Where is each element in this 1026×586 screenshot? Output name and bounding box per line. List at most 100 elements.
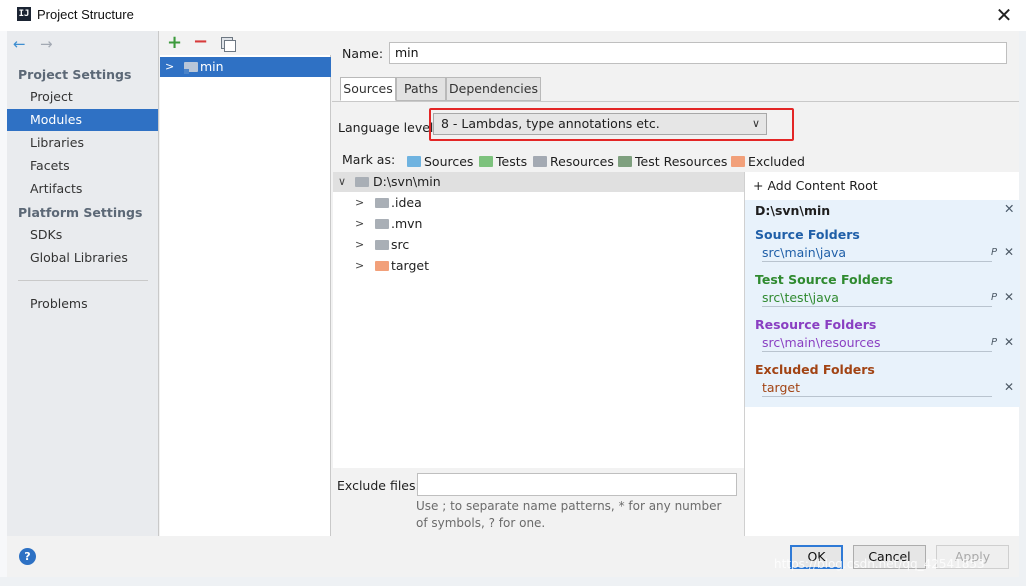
source-folders-title: Source Folders xyxy=(755,227,860,242)
tabs-underline xyxy=(332,101,1019,102)
excluded-folder-icon xyxy=(731,156,745,167)
back-arrow-icon[interactable]: ← xyxy=(13,35,26,53)
forward-arrow-icon[interactable]: → xyxy=(40,35,53,53)
settings-sidebar: ← → Project Settings Project Modules Lib… xyxy=(7,31,159,536)
edit-properties-icon[interactable]: P xyxy=(991,337,997,348)
excluded-folders-title: Excluded Folders xyxy=(755,362,875,377)
mark-as-resources-label: Resources xyxy=(550,154,614,169)
remove-content-root-icon[interactable]: ✕ xyxy=(1004,201,1014,216)
divider xyxy=(762,351,992,352)
content-roots-panel: + Add Content Root D:\svn\min ✕ Source F… xyxy=(744,172,1020,536)
tree-label: src xyxy=(391,237,410,252)
tree-row-target[interactable]: > target xyxy=(333,256,744,276)
root-folder-icon xyxy=(355,177,369,187)
test-source-folders-title: Test Source Folders xyxy=(755,272,893,287)
module-badge-icon xyxy=(184,69,189,74)
tab-paths[interactable]: Paths xyxy=(396,77,446,101)
tree-row-mvn[interactable]: > .mvn xyxy=(333,214,744,234)
expand-chevron-icon[interactable]: > xyxy=(355,214,364,234)
tree-label: .mvn xyxy=(391,216,423,231)
folder-icon xyxy=(375,198,389,208)
expand-chevron-icon[interactable]: > xyxy=(355,256,364,276)
divider xyxy=(762,261,992,262)
mark-as-test-resources-label: Test Resources xyxy=(635,154,728,169)
exclude-files-hint: Use ; to separate name patterns, * for a… xyxy=(416,499,722,530)
source-folder-path: src\main\java xyxy=(762,245,847,260)
sidebar-item-sdks[interactable]: SDKs xyxy=(7,224,158,246)
background-edge-right xyxy=(1019,31,1026,586)
project-structure-dialog: ← → Project Settings Project Modules Lib… xyxy=(7,31,1020,537)
section-platform-settings: Platform Settings xyxy=(18,205,143,220)
sidebar-item-global-libraries[interactable]: Global Libraries xyxy=(7,247,158,269)
resource-folders-title: Resource Folders xyxy=(755,317,877,332)
edit-properties-icon[interactable]: P xyxy=(991,292,997,303)
test-resources-folder-icon xyxy=(618,156,632,167)
tab-sources[interactable]: Sources xyxy=(340,77,396,101)
unmark-resource-icon[interactable]: ✕ xyxy=(1004,335,1014,349)
tests-folder-icon xyxy=(479,156,493,167)
sidebar-item-problems[interactable]: Problems xyxy=(7,293,158,315)
mark-as-tests-label: Tests xyxy=(496,154,528,169)
exclude-files-field[interactable] xyxy=(417,473,737,496)
unmark-test-source-icon[interactable]: ✕ xyxy=(1004,290,1014,304)
folder-icon xyxy=(375,240,389,250)
resources-folder-icon xyxy=(533,156,547,167)
tree-label: target xyxy=(391,258,430,273)
mark-as-excluded-label: Excluded xyxy=(748,154,805,169)
edit-properties-icon[interactable]: P xyxy=(991,247,997,258)
mark-as-sources-label: Sources xyxy=(424,154,474,169)
add-module-icon[interactable]: + xyxy=(167,32,182,53)
sources-folder-icon xyxy=(407,156,421,167)
add-content-root-button[interactable]: + Add Content Root xyxy=(753,178,878,193)
intellij-app-icon: IJ xyxy=(17,7,31,21)
test-source-folder-path: src\test\java xyxy=(762,290,839,305)
modules-panel: + − > min xyxy=(160,31,331,536)
divider xyxy=(762,306,992,307)
excluded-folder-icon xyxy=(375,261,389,271)
module-name: min xyxy=(200,59,224,74)
expand-chevron-icon[interactable]: > xyxy=(355,235,364,255)
close-window-button[interactable]: ✕ xyxy=(992,3,1016,27)
remove-module-icon[interactable]: − xyxy=(193,31,208,52)
tree-row-idea[interactable]: > .idea xyxy=(333,193,744,213)
content-root-path: D:\svn\min xyxy=(755,203,831,218)
sidebar-item-libraries[interactable]: Libraries xyxy=(7,132,158,154)
language-level-value: 8 - Lambdas, type annotations etc. xyxy=(441,116,660,131)
tree-label: .idea xyxy=(391,195,422,210)
unmark-excluded-icon[interactable]: ✕ xyxy=(1004,380,1014,394)
sidebar-item-project[interactable]: Project xyxy=(7,86,158,108)
copy-module-icon[interactable] xyxy=(221,37,236,52)
divider xyxy=(762,396,992,397)
background-edge-bottom xyxy=(0,577,1026,586)
mark-as-label: Mark as: xyxy=(342,152,396,167)
language-level-label: Language level: xyxy=(338,120,438,135)
tree-root-row[interactable]: ∨ D:\svn\min xyxy=(333,172,744,192)
chevron-down-icon: ∨ xyxy=(751,117,760,130)
window-title: Project Structure xyxy=(37,7,134,22)
collapse-chevron-icon[interactable]: ∨ xyxy=(338,172,346,192)
sidebar-item-modules[interactable]: Modules xyxy=(7,109,158,131)
sidebar-divider xyxy=(18,280,148,281)
expand-chevron-icon[interactable]: > xyxy=(165,57,174,77)
tab-dependencies[interactable]: Dependencies xyxy=(446,77,541,101)
expand-chevron-icon[interactable]: > xyxy=(355,193,364,213)
background-edge-left xyxy=(0,31,7,577)
sidebar-item-facets[interactable]: Facets xyxy=(7,155,158,177)
section-project-settings: Project Settings xyxy=(18,67,132,82)
module-name-field[interactable]: min xyxy=(389,42,1007,64)
module-row-min[interactable]: > min xyxy=(160,57,331,77)
module-details: Name: min Sources Paths Dependencies Lan… xyxy=(332,31,1020,536)
help-button[interactable]: ? xyxy=(19,548,36,565)
sidebar-item-artifacts[interactable]: Artifacts xyxy=(7,178,158,200)
folder-tree: ∨ D:\svn\min > .idea > .mvn > src > targ… xyxy=(333,172,744,468)
title-bar: IJ Project Structure ✕ xyxy=(0,0,1026,31)
unmark-source-icon[interactable]: ✕ xyxy=(1004,245,1014,259)
excluded-folder-path: target xyxy=(762,380,801,395)
folder-icon xyxy=(375,219,389,229)
tree-row-src[interactable]: > src xyxy=(333,235,744,255)
language-level-dropdown[interactable]: 8 - Lambdas, type annotations etc. ∨ xyxy=(433,113,767,135)
modules-toolbar: + − xyxy=(160,31,331,55)
name-label: Name: xyxy=(342,46,384,61)
tree-root-label: D:\svn\min xyxy=(373,174,441,189)
exclude-files-label: Exclude files: xyxy=(337,478,420,493)
